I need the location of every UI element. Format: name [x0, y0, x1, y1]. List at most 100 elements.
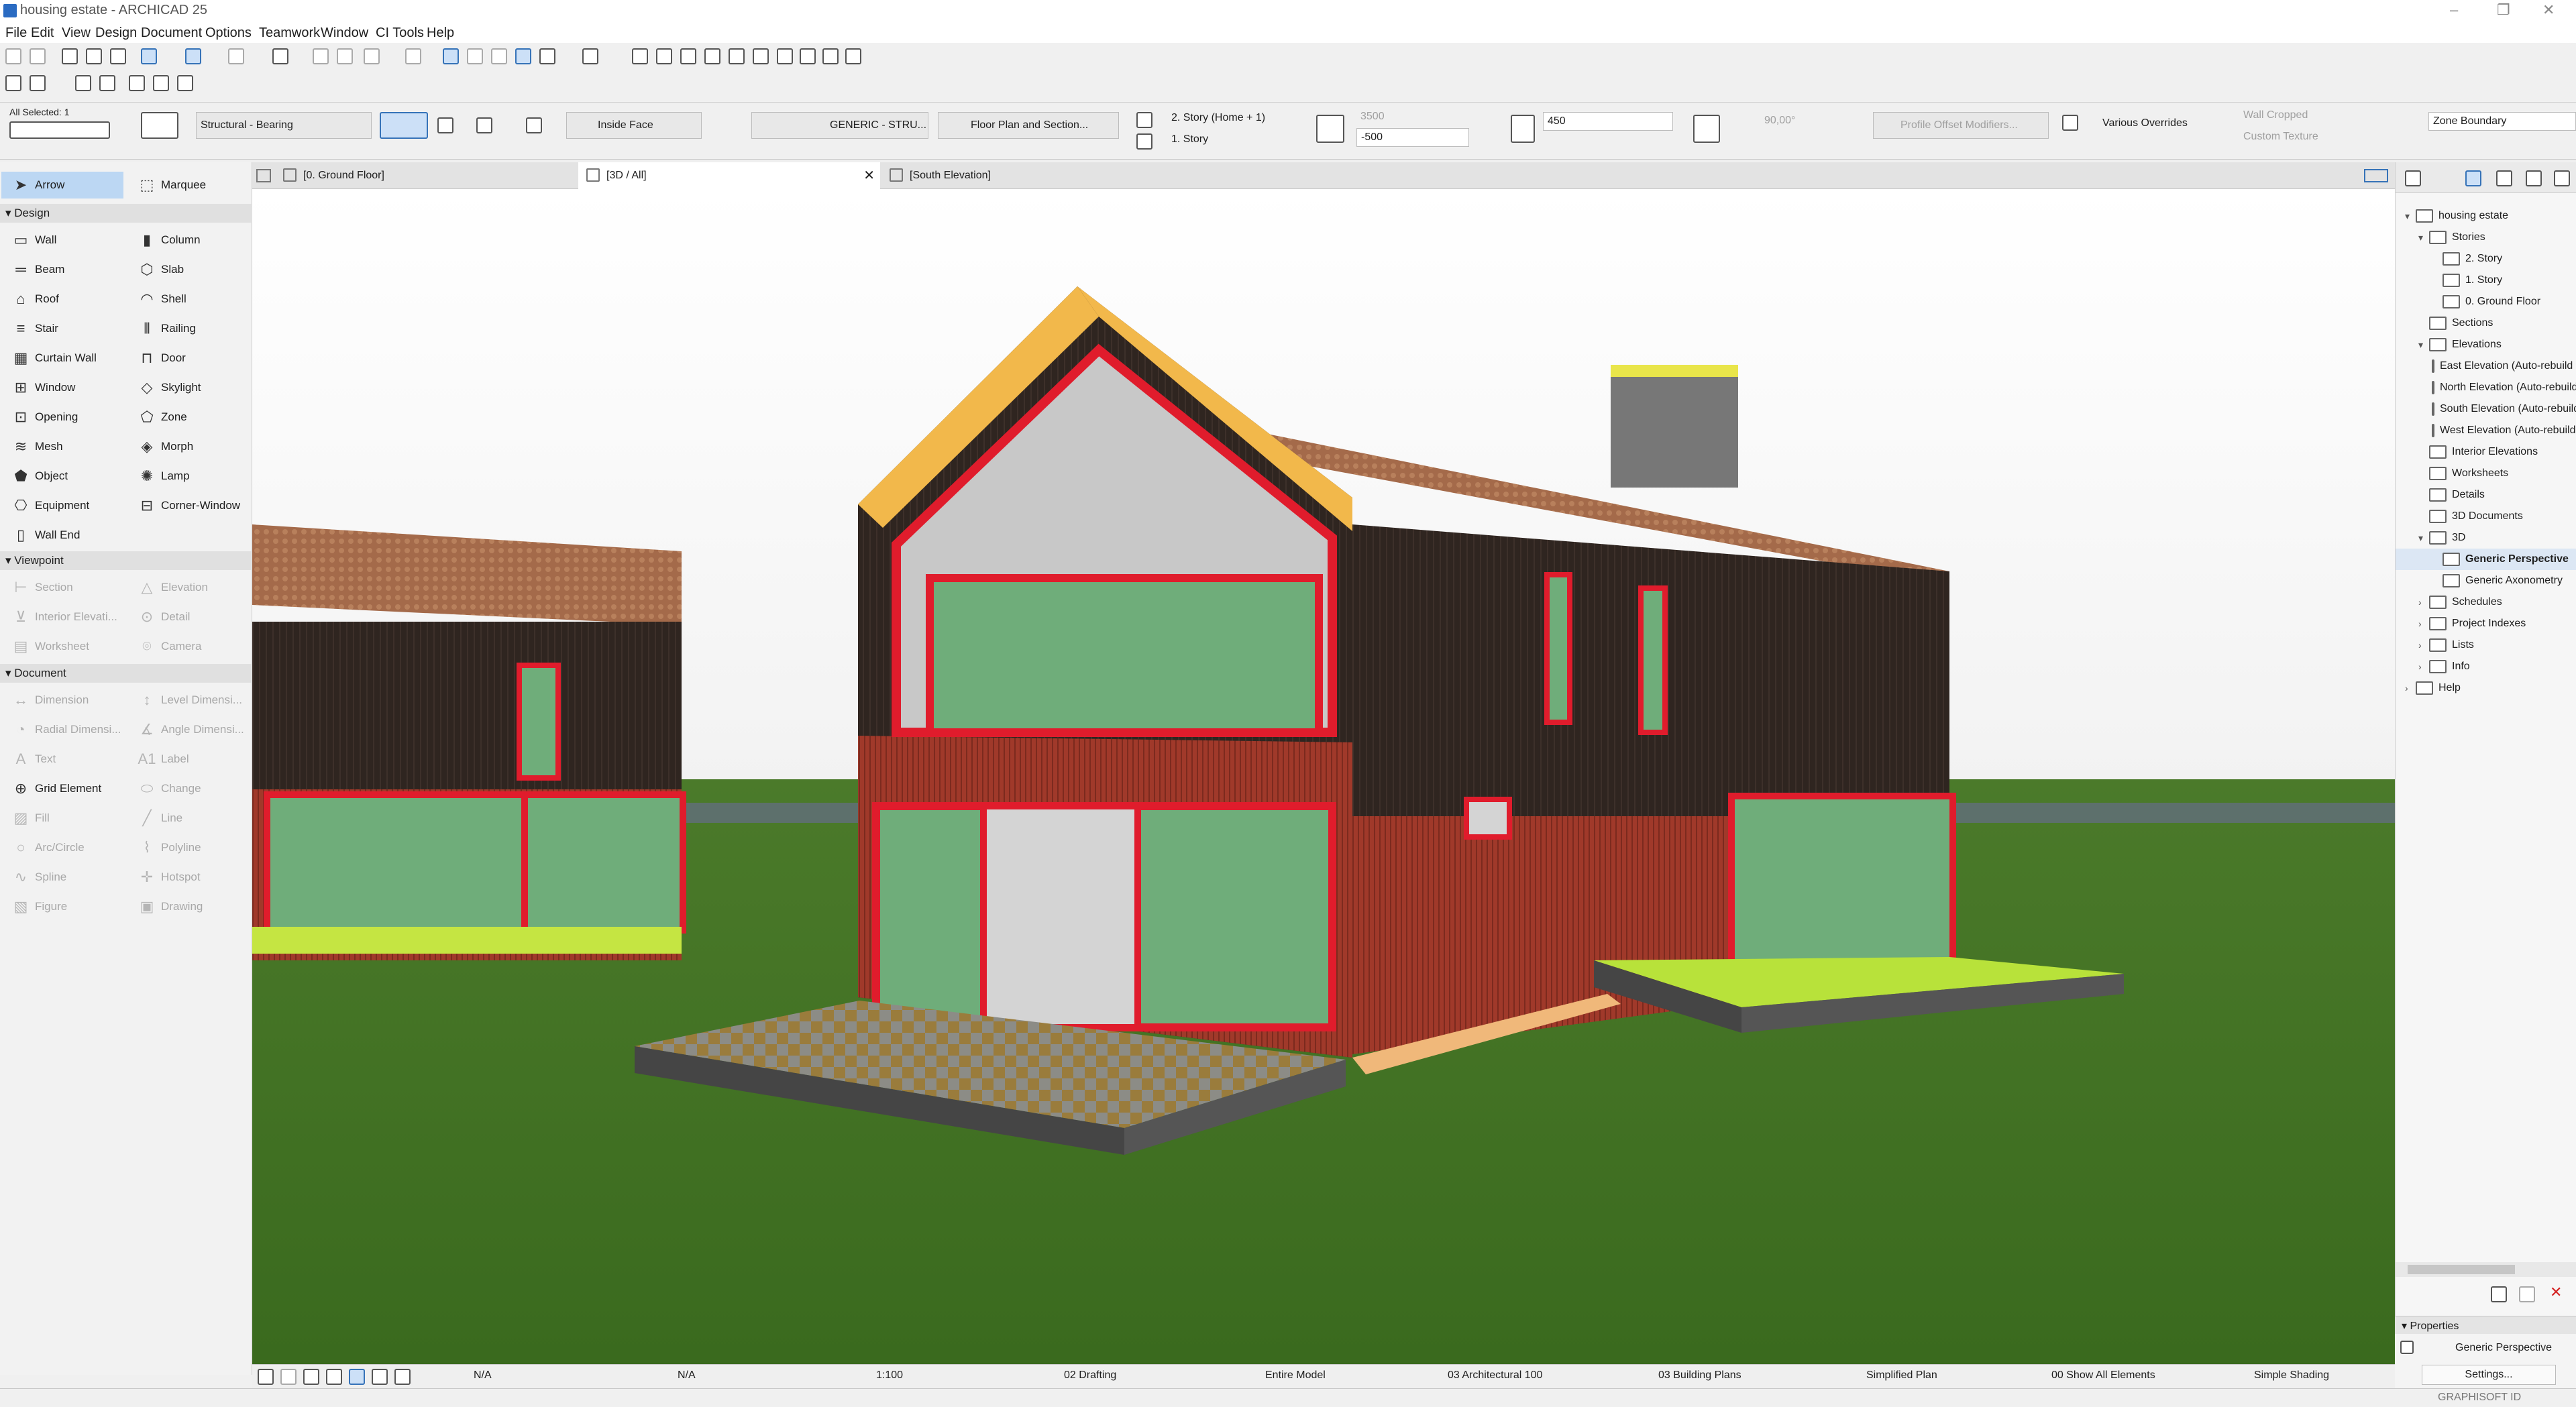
reference-line-dropdown[interactable]: Inside Face	[566, 112, 702, 139]
orbit-icon[interactable]	[349, 1369, 365, 1385]
model-view-options-dropdown[interactable]: 03 Building Plans	[1658, 1369, 1741, 1382]
flag-icon[interactable]	[800, 48, 816, 64]
intersect-icon[interactable]	[704, 48, 720, 64]
marker-icon[interactable]	[99, 75, 115, 91]
nav-north-elevation[interactable]: North Elevation (Auto-rebuild Model)	[2396, 377, 2576, 398]
nav-interior-elevations[interactable]: Interior Elevations	[2396, 441, 2576, 463]
menu-teamwork[interactable]: Teamwork	[259, 25, 320, 41]
grid-snap-icon[interactable]	[272, 48, 288, 64]
view-map-icon[interactable]	[30, 75, 46, 91]
layout-book-icon[interactable]	[2526, 170, 2542, 186]
view-map-icon[interactable]	[2496, 170, 2512, 186]
publisher-icon[interactable]	[822, 48, 839, 64]
tab-options-icon[interactable]	[2364, 169, 2388, 182]
surface-override-icon[interactable]	[2062, 115, 2078, 131]
menu-design[interactable]: Design	[95, 25, 137, 41]
tool-line[interactable]: ╱ Line	[127, 805, 250, 832]
tool-level-dimensi[interactable]: ↕ Level Dimensi...	[127, 687, 250, 714]
tool-slab[interactable]: ⬡ Slab	[127, 256, 250, 283]
tool-radial-dimensi[interactable]: ◔ Radial Dimensi...	[1, 716, 123, 743]
nav-3d-documents[interactable]: 3D Documents	[2396, 506, 2576, 527]
expand-toggle-icon[interactable]: ▾	[2418, 232, 2429, 243]
3d-viewport[interactable]	[252, 189, 2395, 1364]
close-window-icon[interactable]: ✕	[2542, 1, 2555, 19]
tool-morph[interactable]: ◈ Morph	[127, 433, 250, 460]
tool-change[interactable]: ⬭ Change	[127, 775, 250, 802]
composite-dropdown[interactable]: GENERIC - STRU...	[751, 112, 928, 139]
refresh-icon[interactable]	[845, 48, 861, 64]
nav-west-elevation[interactable]: West Elevation (Auto-rebuild Model)	[2396, 420, 2576, 441]
menu-window[interactable]: Window	[321, 25, 368, 41]
tab-overview-icon[interactable]	[256, 169, 271, 182]
renovation-filter-dropdown[interactable]: Simplified Plan	[1866, 1369, 1937, 1382]
tool-polyline[interactable]: ⌇ Polyline	[127, 834, 250, 861]
tool-beam[interactable]: ═ Beam	[1, 256, 123, 283]
tool-corner-window[interactable]: ⊟ Corner-Window	[127, 492, 250, 519]
tool-arc-circle[interactable]: ○ Arc/Circle	[1, 834, 123, 861]
tool-spline[interactable]: ∿ Spline	[1, 864, 123, 891]
tab-ground-floor[interactable]: [0. Ground Floor]	[275, 162, 577, 189]
tool-equipment[interactable]: ⎔ Equipment	[1, 492, 123, 519]
shading-dropdown[interactable]: Simple Shading	[2254, 1369, 2329, 1382]
teamwork-icon[interactable]	[405, 48, 421, 64]
layer-combination-dropdown[interactable]: 02 Drafting	[1064, 1369, 1116, 1382]
nav-elevations[interactable]: ▾ Elevations	[2396, 334, 2576, 355]
nav-details[interactable]: Details	[2396, 484, 2576, 506]
snap-guides-icon[interactable]	[185, 48, 201, 64]
fillet-icon[interactable]	[729, 48, 745, 64]
navigator-scrollbar[interactable]	[2396, 1262, 2576, 1277]
drafting-aids-icon[interactable]	[539, 48, 555, 64]
pen-set-dropdown[interactable]: 03 Architectural 100	[1448, 1369, 1542, 1382]
menu-help[interactable]: Help	[427, 25, 454, 41]
menu-view[interactable]: View	[62, 25, 91, 41]
selection-tools-icon[interactable]	[9, 121, 110, 139]
expand-toggle-icon[interactable]: ▾	[2418, 339, 2429, 351]
tab-3d-all[interactable]: [3D / All] ✕	[578, 162, 880, 189]
various-overrides-label[interactable]: Various Overrides	[2102, 117, 2188, 129]
expand-toggle-icon[interactable]: ›	[2418, 618, 2429, 629]
nav-stories[interactable]: ▾ Stories	[2396, 227, 2576, 248]
tool-detail[interactable]: ⊙ Detail	[127, 604, 250, 630]
floor-plan-display-dropdown[interactable]: Floor Plan and Section...	[938, 112, 1119, 139]
tool-opening[interactable]: ⊡ Opening	[1, 404, 123, 431]
floor-plan-icon[interactable]	[75, 75, 91, 91]
slant-type-icon[interactable]	[1693, 115, 1720, 143]
zoom-in-icon[interactable]	[303, 1369, 319, 1385]
home-story-value[interactable]: 1. Story	[1171, 133, 1208, 146]
tool-hotspot[interactable]: ✛ Hotspot	[127, 864, 250, 891]
settings-button[interactable]: Settings...	[2422, 1365, 2556, 1385]
arrow-tool[interactable]: ➤ Arrow	[1, 172, 123, 199]
properties-header[interactable]: ▾ Properties	[2395, 1316, 2576, 1334]
expand-toggle-icon[interactable]: ›	[2405, 683, 2416, 693]
tool-elevation[interactable]: △ Elevation	[127, 574, 250, 601]
lock-icon[interactable]	[364, 48, 380, 64]
menu-file[interactable]: File	[5, 25, 27, 41]
scissors-icon[interactable]	[632, 48, 648, 64]
tool-shell[interactable]: ◠ Shell	[127, 286, 250, 313]
split-icon[interactable]	[656, 48, 672, 64]
adjust-icon[interactable]	[680, 48, 696, 64]
document-section-header[interactable]: ▾ Document	[0, 664, 252, 683]
thickness-field[interactable]: 450	[1543, 112, 1673, 131]
design-section-header[interactable]: ▾ Design	[0, 204, 252, 223]
tool-figure[interactable]: ▧ Figure	[1, 893, 123, 920]
tool-curtain-wall[interactable]: ▦ Curtain Wall	[1, 345, 123, 372]
marquee-tool[interactable]: ⬚ Marquee	[127, 172, 250, 199]
home-icon[interactable]	[777, 48, 793, 64]
layout-icon[interactable]	[5, 75, 21, 91]
navigator-delete-icon[interactable]: ✕	[2550, 1284, 2562, 1301]
nav-east-elevation[interactable]: East Elevation (Auto-rebuild Model)	[2396, 355, 2576, 377]
tool-column[interactable]: ▮ Column	[127, 227, 250, 254]
worksheet-view-icon[interactable]	[177, 75, 193, 91]
tool-camera[interactable]: ⌾ Camera	[127, 633, 250, 660]
expand-toggle-icon[interactable]: ›	[2418, 597, 2429, 608]
guide-line-icon[interactable]	[141, 48, 157, 64]
geometry-method-icon[interactable]	[141, 112, 178, 139]
restore-icon[interactable]: ❐	[2497, 1, 2510, 19]
tool-mesh[interactable]: ≋ Mesh	[1, 433, 123, 460]
tool-section[interactable]: ⊢ Section	[1, 574, 123, 601]
tool-grid-element[interactable]: ⊕ Grid Element	[1, 775, 123, 802]
navigator-popup-icon[interactable]	[2405, 170, 2421, 186]
fill-tool-icon[interactable]	[582, 48, 598, 64]
compare-icon[interactable]	[467, 48, 483, 64]
